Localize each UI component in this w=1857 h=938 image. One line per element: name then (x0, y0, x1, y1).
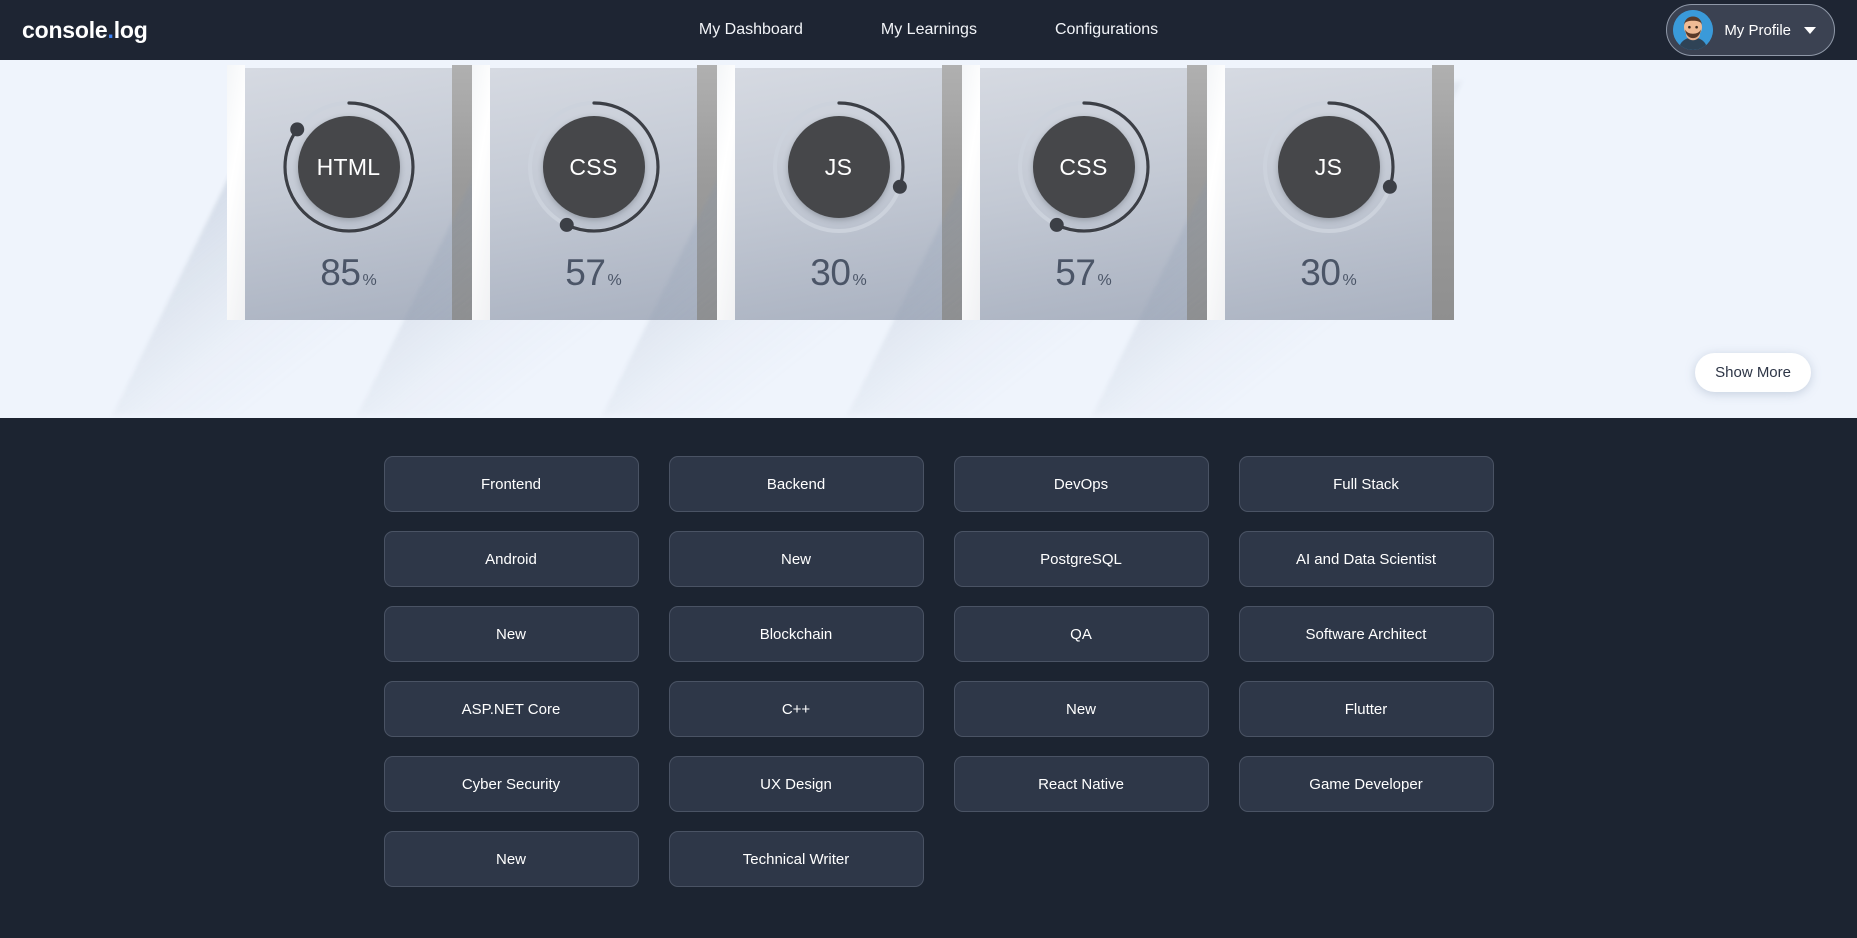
topic-tile[interactable]: DevOps (953, 456, 1209, 512)
topic-tile[interactable]: Backend (668, 456, 924, 512)
progress-card-label: HTML (316, 153, 381, 180)
app-header: console.log My Dashboard My Learnings Co… (0, 0, 1857, 60)
topic-tile[interactable]: New (953, 681, 1209, 737)
topic-tile[interactable]: Blockchain (668, 606, 924, 662)
progress-ring-center: JS (1277, 116, 1380, 218)
topic-tile-label: New (495, 625, 526, 643)
progress-ring: CSS (523, 96, 665, 238)
topic-tile-label: UX Design (760, 775, 832, 793)
topic-tile-label: Technical Writer (742, 850, 850, 868)
topic-tile[interactable]: New (383, 606, 639, 662)
topic-tile-label: Blockchain (759, 625, 833, 643)
progress-card[interactable]: JS 30% (1092, 65, 1462, 415)
topic-tile[interactable]: Game Developer (1238, 756, 1494, 812)
progress-ring: CSS (1013, 96, 1155, 238)
topic-tile-label: New (495, 850, 526, 868)
topic-tile-label: New (780, 550, 811, 568)
topic-tile-label: Frontend (480, 475, 542, 493)
progress-ring-center: JS (787, 116, 890, 218)
topic-tile[interactable]: QA (953, 606, 1209, 662)
topic-tile[interactable]: Android (383, 531, 639, 587)
nav-link-my-learnings[interactable]: My Learnings (881, 21, 977, 39)
topic-tile[interactable]: React Native (953, 756, 1209, 812)
topic-tile-label: New (1065, 700, 1096, 718)
nav-link-configurations[interactable]: Configurations (1055, 21, 1158, 39)
topic-tile[interactable]: New (383, 831, 639, 887)
topic-tile-label: DevOps (1053, 475, 1109, 493)
progress-percent: 30% (810, 254, 866, 291)
progress-ring: HTML (278, 96, 420, 238)
hero-section: HTML 85% CSS 57% JS 30% CSS 57% JS 30% Show More (0, 60, 1857, 418)
progress-card-label: CSS (569, 153, 618, 180)
topics-section: Frontend Backend DevOps Full Stack Android Ne… (0, 418, 1857, 887)
progress-ring: JS (1258, 96, 1400, 238)
logo-text-main: console (22, 16, 108, 43)
progress-percent: 57% (1055, 254, 1111, 291)
progress-percent-value: 30 (810, 252, 851, 293)
topic-tile-label: PostgreSQL (1040, 550, 1122, 568)
user-avatar-icon (1673, 10, 1714, 50)
topic-tile[interactable]: C++ (668, 681, 924, 737)
progress-percent-value: 57 (565, 252, 606, 293)
app-logo[interactable]: console.log (22, 17, 148, 44)
main-navigation: My Dashboard My Learnings Configurations (0, 21, 1857, 39)
topic-tile[interactable]: UX Design (668, 756, 924, 812)
profile-menu-button[interactable]: My Profile (1666, 4, 1835, 56)
percent-symbol: % (1342, 272, 1357, 289)
topic-tile-label: Full Stack (1333, 475, 1399, 493)
chevron-down-icon (1804, 26, 1816, 34)
percent-symbol: % (362, 272, 377, 289)
topic-tile-label: C++ (781, 700, 811, 718)
topic-tile-label: React Native (1038, 775, 1124, 793)
topic-tile[interactable]: AI and Data Scientist (1238, 531, 1494, 587)
progress-card-list: HTML 85% CSS 57% JS 30% CSS 57% JS 30% (112, 65, 1462, 415)
logo-text-suffix: log (113, 16, 148, 43)
progress-percent-value: 30 (1300, 252, 1341, 293)
progress-ring-center: HTML (297, 116, 400, 218)
profile-name-label: My Profile (1724, 21, 1791, 39)
topic-tile-label: Game Developer (1309, 775, 1423, 793)
progress-card-label: CSS (1059, 153, 1108, 180)
topic-tile-label: Backend (766, 475, 826, 493)
topic-tile[interactable]: Frontend (383, 456, 639, 512)
topic-tile-label: Android (485, 550, 537, 568)
topic-tile[interactable]: Cyber Security (383, 756, 639, 812)
show-more-button[interactable]: Show More (1695, 353, 1811, 392)
topic-tile[interactable]: New (668, 531, 924, 587)
topic-tile[interactable]: PostgreSQL (953, 531, 1209, 587)
topic-tile[interactable]: ASP.NET Core (383, 681, 639, 737)
topics-grid: Frontend Backend DevOps Full Stack Android Ne… (383, 456, 1494, 887)
progress-ring-center: CSS (542, 116, 645, 218)
percent-symbol: % (607, 272, 622, 289)
percent-symbol: % (1097, 272, 1112, 289)
topic-tile[interactable]: Full Stack (1238, 456, 1494, 512)
progress-card-label: JS (824, 153, 853, 180)
progress-card-label: JS (1314, 153, 1343, 180)
progress-percent-value: 57 (1055, 252, 1096, 293)
progress-percent: 30% (1300, 254, 1356, 291)
nav-link-my-dashboard[interactable]: My Dashboard (699, 21, 803, 39)
progress-ring-center: CSS (1032, 116, 1135, 218)
topic-tile-label: AI and Data Scientist (1295, 550, 1437, 568)
topic-tile[interactable]: Software Architect (1238, 606, 1494, 662)
progress-card-body[interactable]: JS 30% (1207, 65, 1454, 320)
topic-tile-label: ASP.NET Core (461, 700, 561, 718)
topic-tile[interactable]: Technical Writer (668, 831, 924, 887)
topic-tile-label: QA (1070, 625, 1092, 643)
progress-percent-value: 85 (320, 252, 361, 293)
topic-tile-label: Flutter (1344, 700, 1388, 718)
progress-ring: JS (768, 96, 910, 238)
topic-tile[interactable]: Flutter (1238, 681, 1494, 737)
percent-symbol: % (852, 272, 867, 289)
topic-tile-label: Software Architect (1305, 625, 1427, 643)
progress-percent: 57% (565, 254, 621, 291)
topic-tile-label: Cyber Security (461, 775, 561, 793)
progress-percent: 85% (320, 254, 376, 291)
